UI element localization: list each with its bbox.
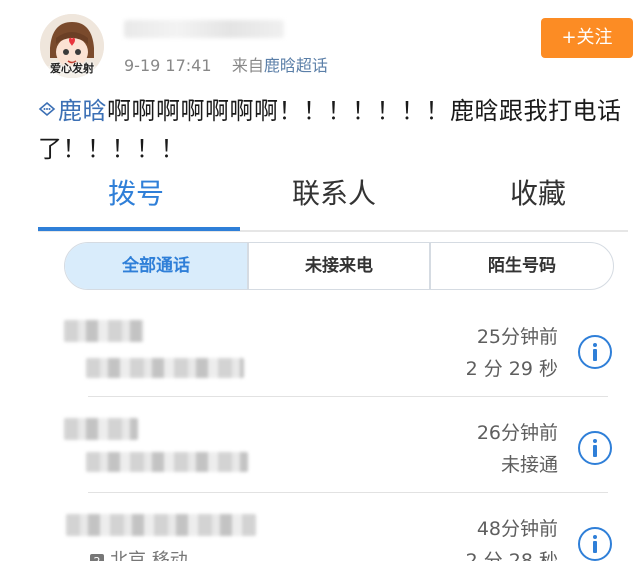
caller-detail-blurred [86,358,244,378]
source-prefix: 来自 [231,56,264,75]
filter-all-calls[interactable]: 全部通话 [65,243,247,289]
tab-dialer[interactable]: 拨号 [108,172,164,212]
caller-name-blurred [64,418,138,440]
super-topic-icon [38,101,56,117]
caller-detail-blurred [86,452,248,472]
tab-contacts[interactable]: 联系人 [292,172,376,212]
filter-missed-calls[interactable]: 未接来电 [249,243,429,289]
call-filter-segment: 全部通话 未接来电 陌生号码 [64,242,614,290]
call-log-screenshot: 拨号 联系人 收藏 全部通话 未接来电 陌生号码 25分钟前 2 分 29 秒 … [38,166,628,561]
call-log-row[interactable]: 26分钟前 未接通 [38,398,628,492]
filter-unknown-numbers[interactable]: 陌生号码 [431,243,613,289]
row-divider [88,396,608,397]
call-log-row[interactable]: 25分钟前 2 分 29 秒 [38,300,628,394]
post-timestamp: 9-19 17:41 [124,56,212,75]
call-time-ago: 25分钟前 [476,326,558,348]
call-status: 未接通 [500,454,558,476]
caller-name-blurred [64,320,144,342]
call-info-icon[interactable] [578,335,612,369]
post-meta: 9-19 17:41 来自鹿晗超话 [124,52,328,76]
follow-button[interactable]: +关注 [541,18,633,58]
post-body: 鹿晗啊啊啊啊啊啊啊！！！！！！！鹿晗跟我打电话了！！！！！ [38,92,628,168]
avatar-caption: 爱心发射 [50,62,94,75]
row-divider [88,492,608,493]
call-duration: 2 分 29 秒 [465,358,558,380]
tab-favorites[interactable]: 收藏 [510,172,566,212]
username-blurred[interactable] [124,20,284,38]
weibo-post-page: 爱心发射 9-19 17:41 来自鹿晗超话 +关注 鹿晗啊啊啊啊啊啊啊！！！！… [0,0,637,561]
call-duration: 2 分 28 秒 [465,550,558,561]
call-time-ago: 26分钟前 [476,422,558,444]
call-log-row[interactable]: 2 北京 移动 48分钟前 2 分 28 秒 [38,494,628,561]
phone-tab-bar: 拨号 联系人 收藏 [38,166,628,232]
topic-link[interactable]: 鹿晗 [38,97,107,125]
call-time-ago: 48分钟前 [476,518,558,540]
topic-label: 鹿晗 [58,97,107,125]
caller-number-blurred [66,514,256,536]
source-link[interactable]: 鹿晗超话 [264,56,328,75]
call-location: 2 北京 移动 [90,546,188,561]
call-location-label: 北京 移动 [110,550,188,561]
post-text: 啊啊啊啊啊啊啊！！！！！！！鹿晗跟我打电话了！！！！！ [38,97,622,163]
sim-card-icon: 2 [90,554,104,561]
active-tab-indicator [38,227,240,231]
call-info-icon[interactable] [578,527,612,561]
call-info-icon[interactable] [578,431,612,465]
